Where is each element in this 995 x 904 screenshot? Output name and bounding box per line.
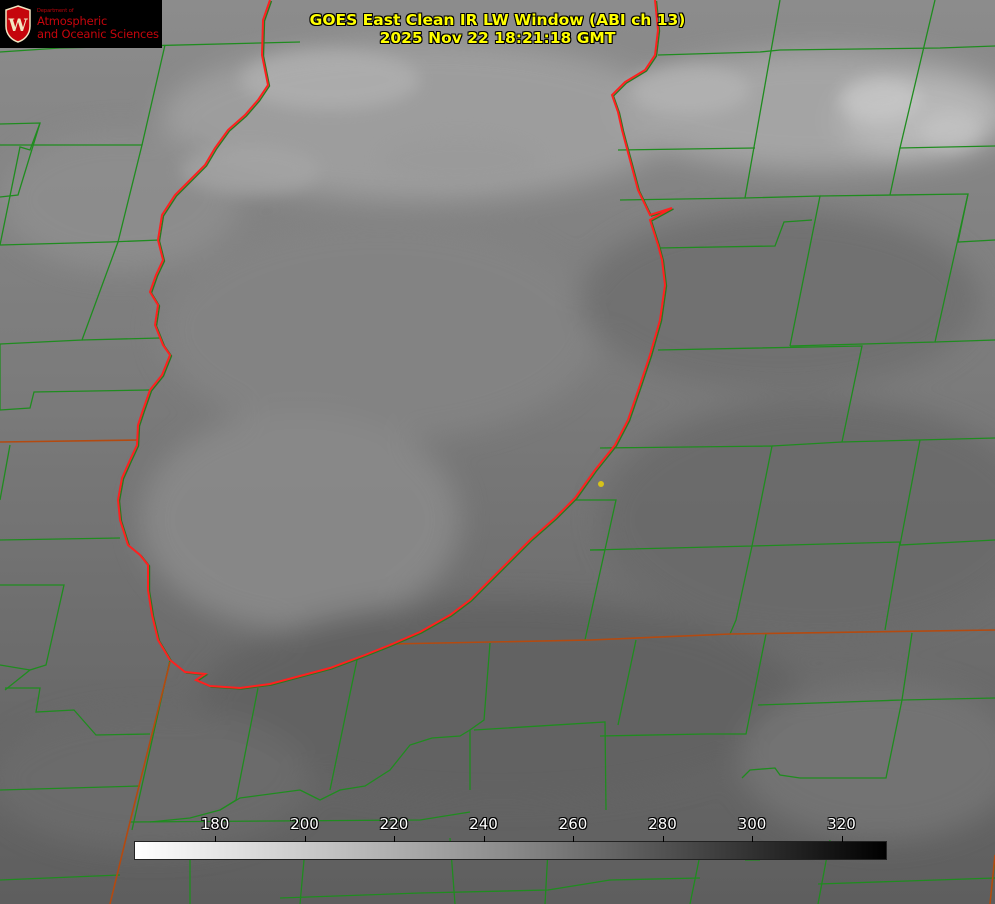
image-title: GOES East Clean IR LW Window (ABI ch 13)… xyxy=(0,11,995,47)
colorbar-tick-mark xyxy=(215,836,216,842)
colorbar-tick-label: 280 xyxy=(648,815,677,833)
colorbar-tick-label: 200 xyxy=(290,815,319,833)
station-marker xyxy=(598,481,604,487)
product-title: GOES East Clean IR LW Window (ABI ch 13) xyxy=(309,11,686,29)
colorbar-tick-label: 180 xyxy=(200,815,230,833)
colorbar-tick-label: 300 xyxy=(737,815,767,833)
colorbar-tick-mark xyxy=(752,836,753,842)
map-canvas xyxy=(0,0,995,904)
colorbar-tick-mark xyxy=(841,836,843,842)
satellite-image-viewer: W Department of Atmospheric and Oceanic … xyxy=(0,0,995,904)
colorbar-tick-label: 320 xyxy=(827,815,856,833)
timestamp: 2025 Nov 22 18:21:18 GMT xyxy=(379,29,616,47)
temperature-colorbar xyxy=(134,841,887,860)
colorbar-tick-label: 260 xyxy=(558,815,588,833)
colorbar-tick-label: 240 xyxy=(469,815,498,833)
colorbar-tick-label: 220 xyxy=(379,815,409,833)
colorbar-tick-mark xyxy=(662,836,664,842)
ir-imagery xyxy=(0,0,995,904)
colorbar-tick-mark xyxy=(304,836,306,842)
colorbar-tick-mark xyxy=(394,836,395,842)
colorbar-tick-mark xyxy=(573,836,574,842)
colorbar-tick-mark xyxy=(483,836,485,842)
